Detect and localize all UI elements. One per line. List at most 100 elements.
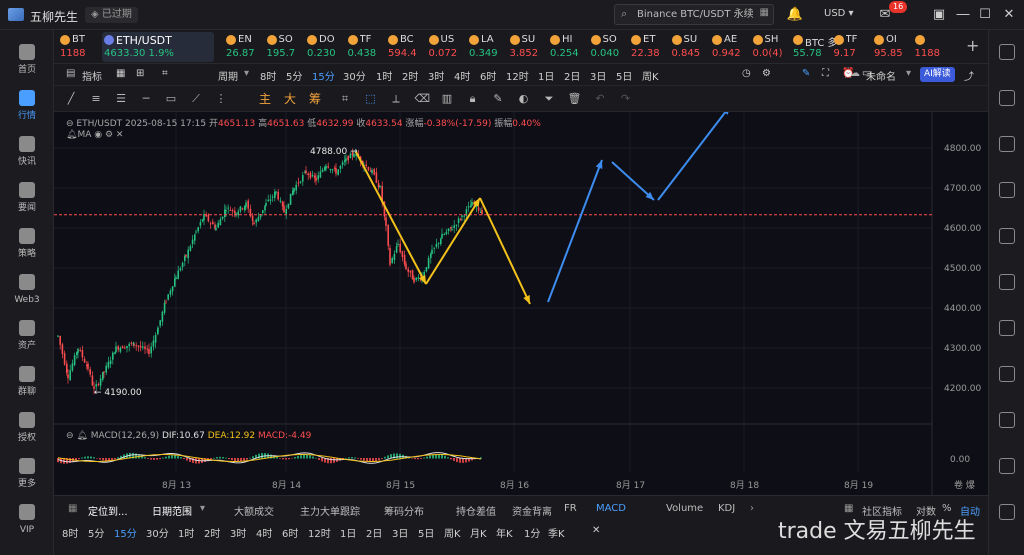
- nav-item-4[interactable]: 策略: [0, 222, 54, 264]
- share-icon[interactable]: ⤴: [964, 68, 974, 83]
- grid-panel-icon[interactable]: [999, 228, 1015, 244]
- indicator-tab-1[interactable]: 主力大单跟踪: [300, 503, 360, 518]
- more-tools-icon[interactable]: ⋮: [214, 92, 228, 106]
- clock-icon[interactable]: [999, 320, 1015, 336]
- timeframe-bottom-4[interactable]: 1时: [178, 525, 194, 540]
- timeframe-bottom-18[interactable]: 季K: [548, 525, 565, 540]
- locate-button[interactable]: 定位到...: [88, 503, 128, 518]
- timeframe-bottom-6[interactable]: 3时: [230, 525, 246, 540]
- timeframe-bottom-12[interactable]: 3日: [392, 525, 408, 540]
- cn-tool-0[interactable]: 主: [258, 92, 272, 106]
- timeframe-10[interactable]: 1日: [538, 68, 554, 83]
- settings-icon[interactable]: ⚙: [762, 68, 771, 79]
- cursor-icon[interactable]: ⬚: [364, 92, 378, 106]
- delete-icon[interactable]: 🗑︎: [568, 92, 582, 106]
- nav-item-3[interactable]: 要闻: [0, 176, 54, 218]
- brush-icon[interactable]: ⟋: [189, 92, 203, 106]
- nav-item-6[interactable]: 资产: [0, 314, 54, 356]
- search-input[interactable]: [637, 7, 767, 22]
- eraser-icon[interactable]: ⌫: [415, 92, 431, 106]
- timeframe-bottom-10[interactable]: 1日: [340, 525, 356, 540]
- timeframe-1[interactable]: 5分: [286, 68, 302, 83]
- bars-icon[interactable]: ▥: [440, 92, 454, 106]
- timeframe-bottom-13[interactable]: 5日: [418, 525, 434, 540]
- indicator-tab-6[interactable]: MACD: [596, 503, 626, 514]
- close-icon[interactable]: ✕: [1000, 6, 1018, 24]
- pencil-icon[interactable]: ✎: [491, 92, 505, 106]
- unnamed-label[interactable]: 未命名: [866, 68, 896, 83]
- bell-icon[interactable]: 🔔: [786, 6, 804, 24]
- fullscreen-icon[interactable]: ⛶: [822, 68, 829, 79]
- chat-panel-icon[interactable]: [999, 458, 1015, 474]
- nav-item-5[interactable]: Web3: [0, 268, 54, 310]
- timeframe-3[interactable]: 30分: [343, 68, 366, 83]
- timeframe-4[interactable]: 1时: [376, 68, 392, 83]
- timeframe-bottom-16[interactable]: 年K: [496, 525, 513, 540]
- indicator-tab-7[interactable]: Volume: [666, 503, 703, 514]
- expired-badge[interactable]: ◈ 已过期: [85, 7, 138, 23]
- draw-icon[interactable]: ✎: [802, 68, 810, 79]
- ruler-icon[interactable]: ⟂: [389, 92, 403, 106]
- timeframe-bottom-0[interactable]: 8时: [62, 525, 78, 540]
- timeframe-bottom-17[interactable]: 1分: [524, 525, 540, 540]
- eye-icon[interactable]: ◉: [94, 130, 102, 140]
- indicator-button[interactable]: 指标: [82, 68, 102, 83]
- timeframe-9[interactable]: 12时: [506, 68, 529, 83]
- filter-icon[interactable]: ⏷: [542, 92, 556, 106]
- close-icon[interactable]: ✕: [592, 525, 600, 536]
- date-range-button[interactable]: 日期范围: [152, 503, 192, 518]
- cloud-save-icon[interactable]: ☁: [850, 68, 860, 79]
- timeframe-bottom-3[interactable]: 30分: [146, 525, 169, 540]
- nav-item-0[interactable]: 首页: [0, 38, 54, 80]
- nav-item-8[interactable]: 授权: [0, 406, 54, 448]
- ai-interpret-button[interactable]: AI解读: [920, 67, 955, 82]
- ray-icon[interactable]: ─: [139, 92, 153, 106]
- timeframe-bottom-2[interactable]: 15分: [114, 525, 137, 540]
- trend-icon[interactable]: [999, 182, 1015, 198]
- timeframe-bottom-5[interactable]: 2时: [204, 525, 220, 540]
- fib-icon[interactable]: ◐: [517, 92, 531, 106]
- camera-icon[interactable]: ◷: [742, 68, 751, 79]
- document-icon[interactable]: [999, 90, 1015, 106]
- rect-icon[interactable]: ▭: [164, 92, 178, 106]
- timeframe-0[interactable]: 8时: [260, 68, 276, 83]
- chevron-down-icon[interactable]: ▾: [200, 503, 205, 514]
- hline-icon[interactable]: ≡: [89, 92, 103, 106]
- indicator-tab-0[interactable]: 大额成交: [234, 503, 274, 518]
- nav-item-2[interactable]: 快讯: [0, 130, 54, 172]
- nav-item-1[interactable]: 行情: [0, 84, 54, 126]
- legend-toggle-icon[interactable]: ⊖: [66, 119, 74, 129]
- timeframe-bottom-15[interactable]: 月K: [470, 525, 487, 540]
- grid-icon[interactable]: ▦: [68, 503, 77, 514]
- search-box[interactable]: ⌕ ▦: [614, 4, 774, 25]
- timeframe-bottom-11[interactable]: 2日: [366, 525, 382, 540]
- calendar-icon[interactable]: ▦: [116, 68, 125, 79]
- maximize-icon[interactable]: ☐: [976, 6, 994, 24]
- timeframe-bottom-7[interactable]: 4时: [256, 525, 272, 540]
- chart-type-icon[interactable]: ⌗: [162, 68, 168, 79]
- nav-item-10[interactable]: VIP: [0, 498, 54, 540]
- timeframe-bottom-14[interactable]: 周K: [444, 525, 461, 540]
- timeframe-2[interactable]: 15分: [312, 68, 335, 83]
- bell-small-icon[interactable]: 🔔︎: [66, 130, 77, 140]
- chevron-down-icon[interactable]: ▾: [244, 68, 249, 79]
- indicator-tab-5[interactable]: FR: [564, 503, 577, 514]
- cn-tool-1[interactable]: 大: [283, 92, 297, 106]
- timeframe-8[interactable]: 6时: [480, 68, 496, 83]
- timeframe-bottom-1[interactable]: 5分: [88, 525, 104, 540]
- timeframe-7[interactable]: 4时: [454, 68, 470, 83]
- chevron-right-icon[interactable]: ›: [750, 503, 754, 514]
- indicator-tab-3[interactable]: 持仓差值: [456, 503, 496, 518]
- close-small-icon[interactable]: ✕: [116, 130, 124, 140]
- lock-icon[interactable]: 🔒︎: [466, 92, 480, 106]
- indicator-tab-4[interactable]: 资金背离: [512, 503, 552, 518]
- layout-panel-icon[interactable]: [999, 44, 1015, 60]
- undo-icon[interactable]: ↶: [593, 92, 607, 106]
- orderbook-icon[interactable]: [999, 136, 1015, 152]
- parallel-icon[interactable]: ☰: [114, 92, 128, 106]
- nav-item-7[interactable]: 群聊: [0, 360, 54, 402]
- indicator-tab-2[interactable]: 筹码分布: [384, 503, 424, 518]
- timeframe-bottom-8[interactable]: 6时: [282, 525, 298, 540]
- period-button[interactable]: 周期: [218, 68, 238, 83]
- cn-tool-2[interactable]: 筹: [308, 92, 322, 106]
